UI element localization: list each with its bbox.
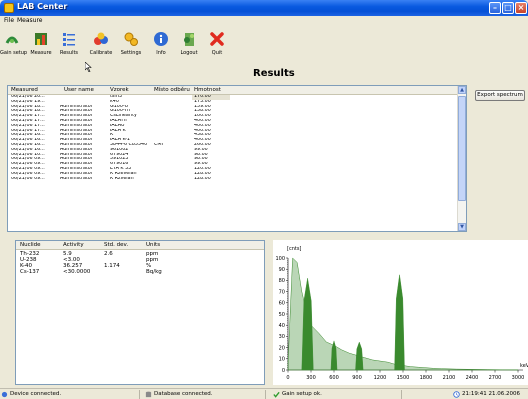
col-std-dev: Std. dev.	[104, 242, 129, 248]
nuclide-table-header: Nuclide Activity Std. dev. Units	[16, 241, 264, 250]
mouse-cursor-icon	[85, 62, 92, 72]
clock-icon	[453, 391, 460, 398]
title-bar: LAB Center – □ ×	[0, 0, 528, 16]
y-tick-label: 30	[279, 334, 285, 340]
calibrate-button[interactable]: Calibrate	[88, 28, 114, 64]
y-tick-label: 80	[279, 278, 285, 284]
results-scrollbar[interactable]: ▲ ▼	[457, 86, 466, 231]
x-tick-label: 1800	[420, 375, 433, 381]
settings-icon	[124, 32, 138, 46]
col-nuclide: Nuclide	[20, 242, 41, 248]
window-title: LAB Center	[17, 2, 68, 11]
toolbar: Gain setup Measure Results Calibrate Set…	[0, 25, 528, 72]
app-icon	[4, 3, 14, 13]
logout-icon	[184, 33, 194, 46]
y-tick-label: 90	[279, 267, 285, 273]
spectrum-chart: [cnts] 0 10 20 30 40 50 60 70 80 90 100 0 300 600 900 12…	[273, 240, 528, 385]
page-title: Results	[253, 68, 295, 79]
database-icon	[145, 391, 152, 398]
maximize-button[interactable]: □	[502, 2, 514, 14]
logout-button[interactable]: Logout	[176, 28, 202, 64]
status-device-text: Device connected.	[10, 391, 62, 397]
results-table[interactable]: Measured User name Vzorek Místo odběru H…	[7, 85, 467, 232]
y-tick-label: 50	[279, 312, 285, 318]
y-tick-label: 40	[279, 323, 285, 329]
table-row[interactable]: 06/21/06 09... Administrator K Ržvelan 128.…	[8, 177, 458, 182]
menu-bar: File Measure	[0, 16, 528, 25]
col-measured[interactable]: Measured	[11, 87, 55, 93]
y-tick-label: 60	[279, 301, 285, 307]
col-units: Units	[146, 242, 161, 248]
scroll-down-arrow-icon[interactable]: ▼	[458, 223, 466, 231]
quit-button[interactable]: Quit	[204, 28, 230, 64]
menu-file[interactable]: File	[4, 17, 14, 24]
status-database-text: Database connected.	[154, 391, 213, 397]
x-tick-label: 1200	[374, 375, 387, 381]
spectrum-chart-svg: [cnts] 0 10 20 30 40 50 60 70 80 90 100 0 300 600 900 12…	[275, 246, 528, 381]
info-button[interactable]: Info	[148, 28, 174, 64]
cell-activity: <30.0000	[63, 269, 91, 275]
menu-measure[interactable]: Measure	[17, 17, 43, 24]
x-tick-label: 900	[352, 375, 362, 381]
col-vzorek[interactable]: Vzorek	[110, 87, 129, 93]
cell-user-name: Administrator	[60, 176, 93, 181]
col-misto-odberu[interactable]: Místo odběru	[154, 87, 190, 93]
device-icon	[1, 391, 8, 398]
x-tick-label: 300	[306, 375, 316, 381]
calibrate-icon	[94, 32, 108, 45]
settings-button[interactable]: Settings	[118, 28, 144, 64]
list-item[interactable]: Cs-137 <30.0000 Bq/kg	[16, 269, 264, 275]
status-clock-text: 21:19:41 21.06.2006	[462, 391, 520, 397]
cell-vzorek: K Ržvelan	[110, 176, 134, 181]
x-tick-label: 3000	[512, 375, 525, 381]
x-tick-label: 2400	[466, 375, 479, 381]
x-tick-label: 2700	[489, 375, 502, 381]
nuclide-table: Nuclide Activity Std. dev. Units Th-232 5…	[15, 240, 265, 385]
y-tick-label: 70	[279, 289, 285, 295]
status-gain-text: Gain setup ok.	[282, 391, 322, 397]
x-tick-label: 1500	[397, 375, 410, 381]
export-spectrum-button[interactable]: Export spectrum	[475, 90, 525, 101]
col-hmotnost[interactable]: Hmotnost	[194, 87, 221, 93]
spectrum-peak-4	[394, 274, 405, 371]
results-table-header: Measured User name Vzorek Místo odběru H…	[8, 86, 458, 95]
col-user-name[interactable]: User name	[64, 87, 94, 93]
info-icon	[154, 32, 168, 46]
cell-units: Bq/kg	[146, 269, 162, 275]
status-database: Database connected.	[144, 390, 266, 399]
gain-setup-button[interactable]: Gain setup	[0, 28, 27, 64]
y-axis-label: [cnts]	[287, 246, 301, 252]
y-tick-label: 20	[279, 345, 285, 351]
x-tick-label: 2100	[443, 375, 456, 381]
scroll-thumb[interactable]	[458, 96, 466, 201]
close-button[interactable]: ×	[515, 2, 527, 14]
checkmark-icon	[273, 391, 280, 398]
status-gain: Gain setup ok.	[272, 390, 402, 399]
cell-measured: 06/21/06 09...	[11, 176, 45, 181]
y-tick-label: 100	[275, 256, 285, 262]
x-tick-label: 0	[286, 375, 289, 381]
spectrum-peak-3	[355, 341, 364, 371]
cell-hmotnost: 128.00	[194, 176, 211, 181]
x-tick-label: 600	[329, 375, 339, 381]
x-axis-label: keV	[520, 363, 528, 369]
results-icon	[63, 33, 75, 46]
status-clock: 21:19:41 21.06.2006	[452, 390, 528, 399]
measure-button[interactable]: Measure	[28, 28, 54, 64]
results-button[interactable]: Results	[56, 28, 82, 64]
quit-icon	[210, 32, 224, 46]
measure-icon	[35, 33, 47, 45]
status-bar: Device connected. Database connected. Ga…	[0, 388, 528, 399]
scroll-up-arrow-icon[interactable]: ▲	[458, 86, 466, 94]
col-activity: Activity	[63, 242, 84, 248]
cell-nuclide: Cs-137	[20, 269, 40, 275]
y-tick-label: 10	[279, 357, 285, 363]
status-device: Device connected.	[0, 390, 140, 399]
gain-setup-icon	[5, 36, 19, 44]
results-rows: 06/21/06 20... tsm3 170.00 06/21/06 19... k4…	[8, 95, 458, 181]
minimize-button[interactable]: –	[489, 2, 501, 14]
y-tick-label: 0	[282, 368, 285, 374]
spectrum-peak-1	[301, 278, 314, 371]
